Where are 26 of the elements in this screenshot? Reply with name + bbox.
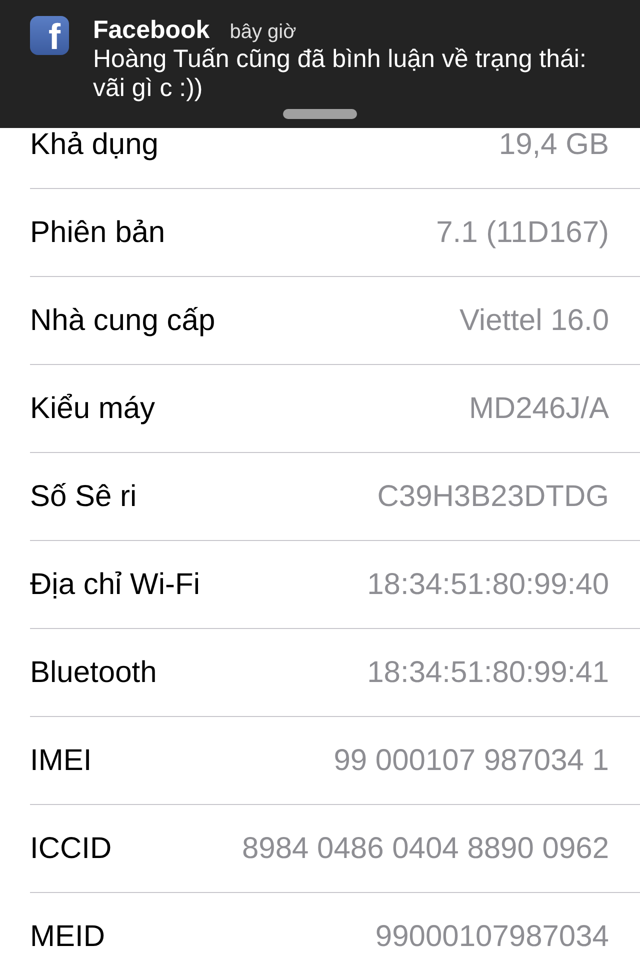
row-value: C39H3B23DTDG [377, 480, 609, 514]
notification-time: bây giờ [230, 21, 296, 44]
grabber-handle[interactable] [283, 109, 357, 119]
row-value: 19,4 GB [498, 128, 609, 162]
notification-message: Hoàng Tuấn cũng đã bình luận về trạng thái: vãi gì c :)) [93, 45, 588, 103]
row-label: MEID [30, 920, 105, 954]
row-label: Kiểu máy [30, 392, 156, 426]
row-value: 99000107987034 [375, 920, 609, 954]
row-value: 18:34:51:80:99:40 [367, 568, 609, 602]
row-value: 18:34:51:80:99:41 [367, 656, 609, 690]
row-value: Viettel 16.0 [459, 304, 609, 338]
row-value: 99 000107 987034 1 [334, 744, 609, 778]
row-value: 8984 0486 0404 8890 0962 [242, 832, 609, 866]
row-label: Bluetooth [30, 656, 157, 690]
row-label: Nhà cung cấp [30, 304, 216, 338]
app-icon: f [30, 16, 69, 55]
row-label: Số Sê ri [30, 480, 137, 514]
row-value: MD246J/A [468, 392, 609, 426]
row-label: Phiên bản [30, 216, 166, 250]
row-value: 7.1 (11D167) [436, 216, 609, 250]
row-label: IMEI [30, 744, 92, 778]
app-name: Facebook [93, 16, 210, 45]
row-label: ICCID [30, 832, 112, 866]
row-label: Địa chỉ Wi-Fi [30, 568, 200, 602]
notification-banner[interactable]: f Facebook bây giờ Hoàng Tuấn cũng đã bình luận về trạng thái: vãi gì c :)) [0, 0, 640, 128]
row-label: Khả dụng [30, 128, 158, 162]
